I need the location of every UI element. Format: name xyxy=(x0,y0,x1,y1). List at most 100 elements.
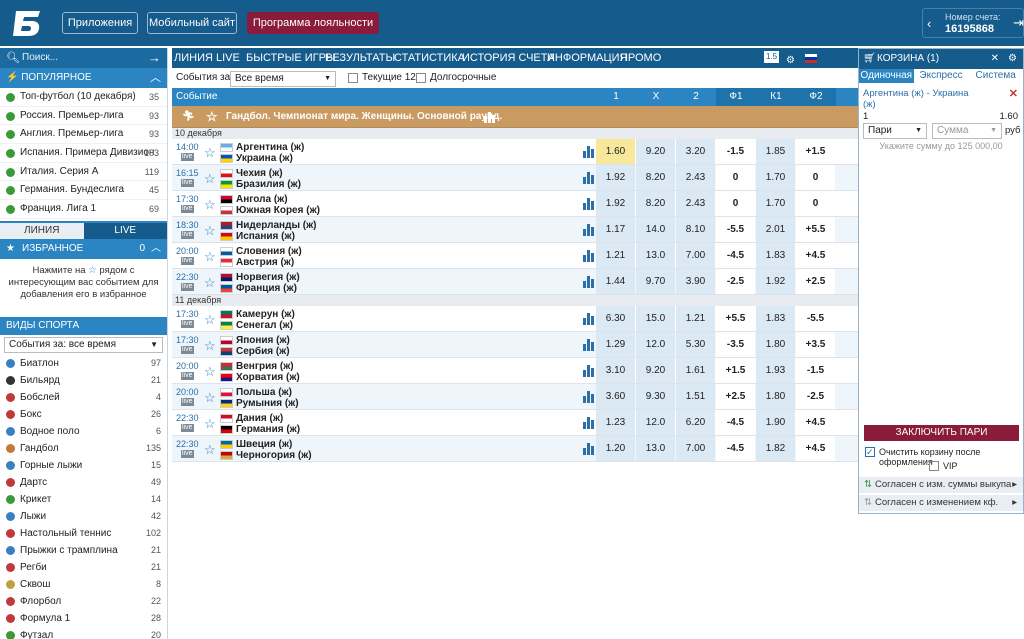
odds-cell[interactable]: 12.0 xyxy=(636,410,675,435)
stats-icon[interactable] xyxy=(583,146,595,158)
odds-cell[interactable]: 1.82 xyxy=(756,436,795,461)
event-row[interactable]: 17:30 live ☆ Камерун (ж) Сенегал (ж) 6.30 15.0… xyxy=(172,306,858,332)
nav-item[interactable]: ИСТОРИЯ СЧЕТА xyxy=(462,48,554,68)
longterm-checkbox[interactable] xyxy=(416,73,426,83)
team2-name[interactable]: Испания (ж) xyxy=(236,231,295,242)
popular-item[interactable]: Россия. Премьер-лига 93 xyxy=(0,107,167,126)
odds-cell[interactable]: +1.5 xyxy=(796,139,835,164)
odds-cell[interactable]: 3.90 xyxy=(676,269,715,294)
odds-cell[interactable]: +2.5 xyxy=(796,269,835,294)
remove-bet-icon[interactable]: ✕ xyxy=(1009,87,1018,100)
team1-name[interactable]: Чехия (ж) xyxy=(236,168,283,179)
popular-item[interactable]: Испания. Примера Дивизион 103 xyxy=(0,144,167,163)
sports-filter-select[interactable]: События за: все время ▼ xyxy=(4,336,163,353)
popular-item[interactable]: Топ-футбол (10 декабря) 35 xyxy=(0,88,167,107)
team2-name[interactable]: Германия (ж) xyxy=(236,424,300,435)
championship-row[interactable]: 🏃︎ ☆ Гандбол. Чемпионат мира. Женщины. О… xyxy=(172,106,858,128)
team2-name[interactable]: Бразилия (ж) xyxy=(236,179,301,190)
stats-icon[interactable] xyxy=(484,111,496,123)
stats-icon[interactable] xyxy=(583,365,595,377)
chevron-up-icon[interactable]: ︿ xyxy=(150,68,161,88)
odds-cell[interactable]: -1.5 xyxy=(796,358,835,383)
odds-cell[interactable]: 1.61 xyxy=(676,358,715,383)
star-icon[interactable]: ☆ xyxy=(204,364,216,380)
team2-name[interactable]: Черногория (ж) xyxy=(236,450,312,461)
team1-name[interactable]: Аргентина (ж) xyxy=(236,142,304,153)
star-icon[interactable]: ☆ xyxy=(204,275,216,291)
star-icon[interactable]: ☆ xyxy=(204,338,216,354)
team1-name[interactable]: Венгрия (ж) xyxy=(236,361,294,372)
odds-cell[interactable]: 1.92 xyxy=(596,165,635,190)
stats-icon[interactable] xyxy=(583,313,595,325)
team1-name[interactable]: Швеция (ж) xyxy=(236,439,292,450)
team1-name[interactable]: Норвегия (ж) xyxy=(236,272,300,283)
odds-cell[interactable]: 12.0 xyxy=(636,332,675,357)
stats-icon[interactable] xyxy=(583,224,595,236)
nav-item[interactable]: СТАТИСТИКА xyxy=(394,48,465,68)
sport-item[interactable]: Настольный теннис 102 xyxy=(0,525,167,542)
odds-cell[interactable]: 1.83 xyxy=(756,243,795,268)
sport-item[interactable]: Дартс 49 xyxy=(0,474,167,491)
odds-cell[interactable]: 13.0 xyxy=(636,436,675,461)
arrow-right-icon[interactable]: → xyxy=(148,50,161,65)
star-icon[interactable]: ☆ xyxy=(204,312,216,328)
odds-cell[interactable]: +1.5 xyxy=(716,358,755,383)
tab-line[interactable]: ЛИНИЯ xyxy=(0,222,84,239)
odds-cell[interactable]: 1.44 xyxy=(596,269,635,294)
odds-cell[interactable]: 6.20 xyxy=(676,410,715,435)
star-icon[interactable]: ☆ xyxy=(204,171,216,187)
sport-item[interactable]: Биатлон 97 xyxy=(0,355,167,372)
team2-name[interactable]: Австрия (ж) xyxy=(236,257,294,268)
team1-name[interactable]: Словения (ж) xyxy=(236,246,302,257)
sport-item[interactable]: Сквош 8 xyxy=(0,576,167,593)
event-row[interactable]: 22:30 live ☆ Швеция (ж) Черногория (ж) 1.20 13… xyxy=(172,436,858,462)
stats-icon[interactable] xyxy=(583,391,595,403)
odds-cell[interactable]: -2.5 xyxy=(796,384,835,409)
odds-cell[interactable]: 14.0 xyxy=(636,217,675,242)
team1-name[interactable]: Ангола (ж) xyxy=(236,194,288,205)
odds-cell[interactable]: 1.80 xyxy=(756,384,795,409)
odds-cell[interactable]: 1.17 xyxy=(596,217,635,242)
odds-cell[interactable]: 2.43 xyxy=(676,165,715,190)
odds-format-badge[interactable]: 1.5 xyxy=(764,51,780,63)
odds-cell[interactable]: 9.70 xyxy=(636,269,675,294)
odds-cell[interactable]: 9.20 xyxy=(636,358,675,383)
odds-cell[interactable]: 7.00 xyxy=(676,436,715,461)
search-input[interactable]: Поиск... xyxy=(22,52,58,63)
stats-icon[interactable] xyxy=(583,172,595,184)
odds-cell[interactable]: 2.01 xyxy=(756,217,795,242)
popular-item[interactable]: Англия. Премьер-лига 93 xyxy=(0,125,167,145)
team2-name[interactable]: Франция (ж) xyxy=(236,283,297,294)
odds-cell[interactable]: 3.60 xyxy=(596,384,635,409)
language-flag-icon[interactable] xyxy=(805,54,817,63)
loyalty-button[interactable]: Программа лояльности xyxy=(247,12,379,34)
logout-icon[interactable]: ⇥ xyxy=(1013,15,1024,31)
odds-cell[interactable]: 3.10 xyxy=(596,358,635,383)
event-row[interactable]: 20:00 live ☆ Польша (ж) Румыния (ж) 3.60 9.30 1… xyxy=(172,384,858,410)
odds-cell[interactable]: 1.93 xyxy=(756,358,795,383)
sport-item[interactable]: Бильярд 21 xyxy=(0,372,167,389)
odds-cell[interactable]: 0 xyxy=(716,165,755,190)
sport-item[interactable]: Футзал 20 xyxy=(0,627,167,639)
team2-name[interactable]: Сенегал (ж) xyxy=(236,320,293,331)
sport-item[interactable]: Прыжки с трамплина 21 xyxy=(0,542,167,559)
favorites-header[interactable]: ★ ИЗБРАННОЕ 0 ︿ xyxy=(0,238,167,259)
odds-cell[interactable]: 9.20 xyxy=(636,139,675,164)
odds-cell[interactable]: 8.20 xyxy=(636,165,675,190)
team1-name[interactable]: Япония (ж) xyxy=(236,335,290,346)
sport-item[interactable]: Водное поло 6 xyxy=(0,423,167,440)
odds-cell[interactable]: 8.10 xyxy=(676,217,715,242)
odds-cell[interactable]: 0 xyxy=(796,165,835,190)
event-row[interactable]: 20:00 live ☆ Венгрия (ж) Хорватия (ж) 3.10 9.2… xyxy=(172,358,858,384)
odds-cell[interactable]: -1.5 xyxy=(716,139,755,164)
nav-item[interactable]: LIVE xyxy=(216,48,240,68)
star-icon[interactable]: ☆ xyxy=(204,416,216,432)
odds-cell[interactable]: -4.5 xyxy=(716,410,755,435)
gear-icon[interactable]: ⚙ xyxy=(1008,49,1017,69)
team2-name[interactable]: Хорватия (ж) xyxy=(236,372,300,383)
agree-buyout-option[interactable]: ⇅ Согласен с изм. суммы выкупа ▸ xyxy=(859,477,1023,493)
odds-cell[interactable]: 1.60 xyxy=(596,139,635,164)
odds-cell[interactable]: -5.5 xyxy=(796,306,835,331)
odds-cell[interactable]: 1.23 xyxy=(596,410,635,435)
odds-cell[interactable]: 1.80 xyxy=(756,332,795,357)
